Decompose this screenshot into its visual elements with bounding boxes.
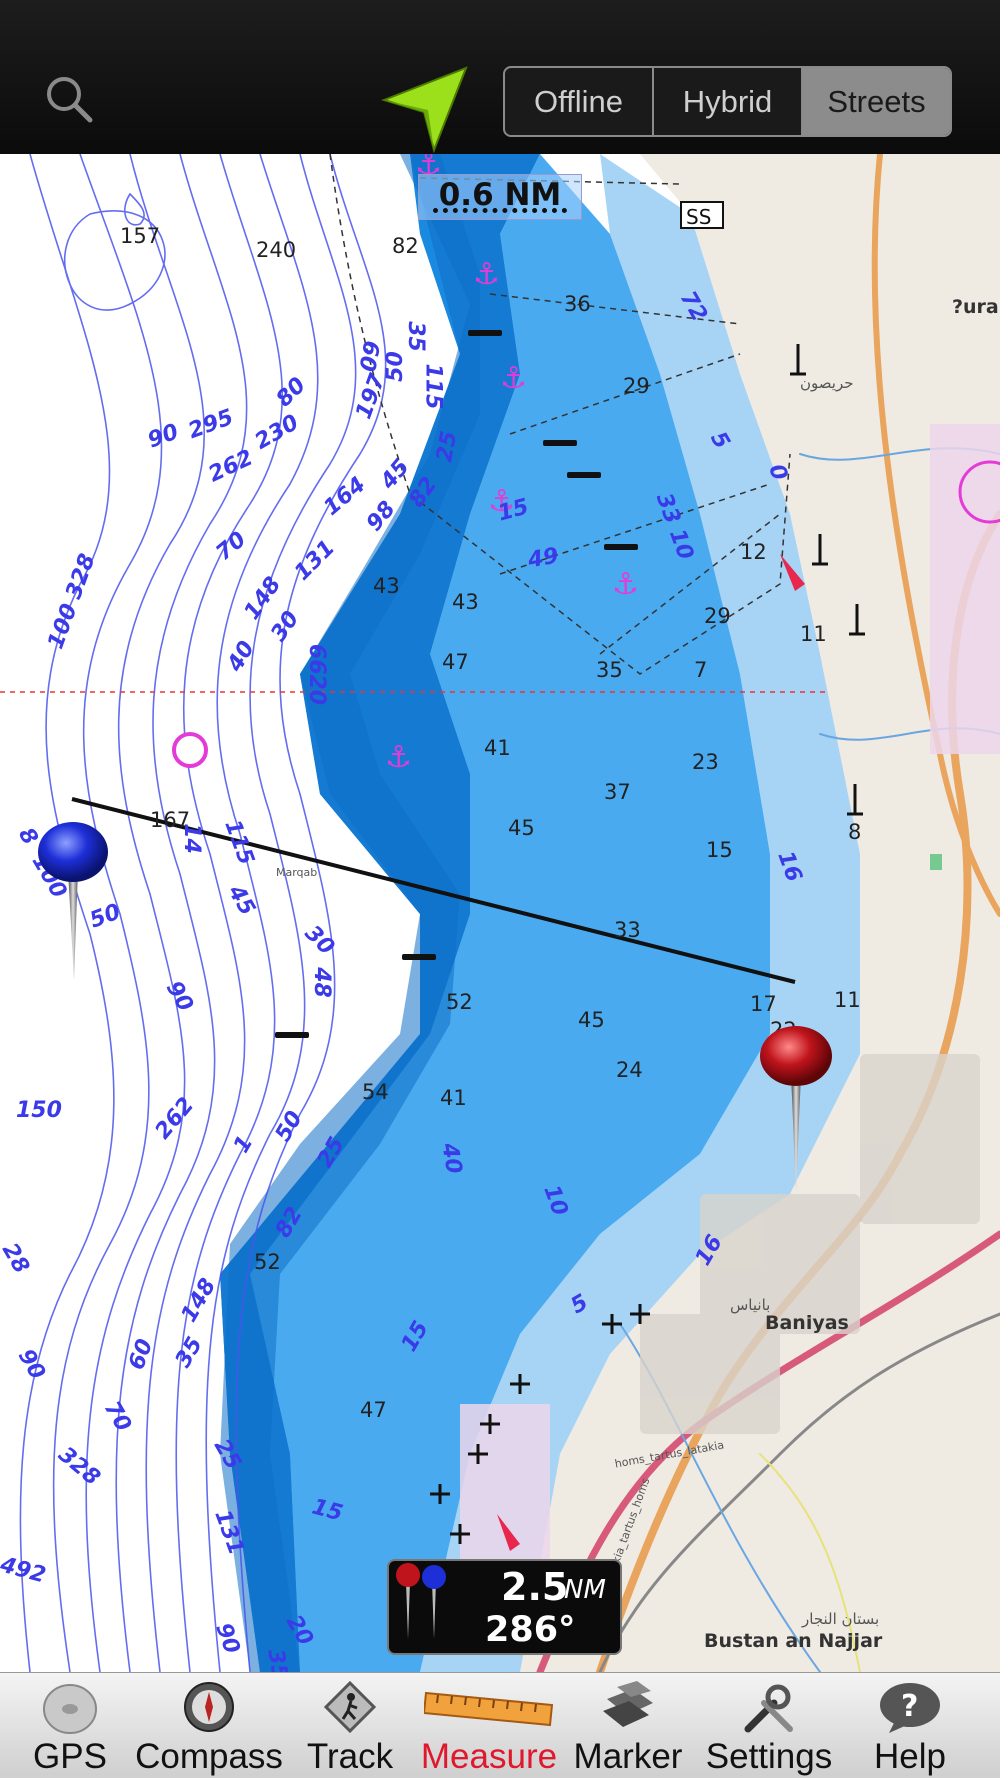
svg-text:⚓: ⚓: [500, 361, 527, 396]
track-icon: [323, 1680, 377, 1734]
depth-sounding: 47: [360, 1398, 387, 1422]
contour-label: 49: [526, 543, 561, 574]
depth-sounding: 157: [120, 224, 161, 248]
map-type-streets[interactable]: Streets: [803, 68, 950, 135]
toolbar-label: Track: [306, 1737, 394, 1776]
depth-sounding: 29: [704, 604, 731, 628]
top-bar: Offline Hybrid Streets: [0, 0, 1000, 154]
measurement-readout: 2.5 NM 286°: [387, 1559, 622, 1655]
depth-sounding: 41: [440, 1086, 467, 1110]
toolbar-track[interactable]: Track: [290, 1673, 410, 1778]
depth-sounding: 7: [694, 658, 708, 682]
depth-sounding: 54: [362, 1080, 389, 1104]
distance-unit: NM: [564, 1575, 606, 1605]
depth-sounding: 240: [256, 238, 297, 262]
depth-sounding: 36: [564, 292, 591, 316]
toolbar-label: Compass: [135, 1737, 283, 1776]
contour-label: 14: [178, 823, 204, 854]
svg-text:?: ?: [901, 1689, 918, 1724]
toolbar-compass[interactable]: Compass: [134, 1673, 284, 1778]
scale-ruler: [433, 208, 567, 213]
depth-sounding: 43: [452, 590, 479, 614]
depth-sounding: 23: [692, 750, 719, 774]
place-label: حريصون: [800, 374, 854, 392]
settings-icon: [744, 1684, 793, 1733]
svg-text:⚓: ⚓: [473, 257, 500, 292]
contour-label: 35: [402, 321, 428, 352]
depth-sounding: 47: [442, 650, 469, 674]
toolbar-marker[interactable]: Marker: [568, 1673, 688, 1778]
toolbar-settings[interactable]: Settings: [694, 1673, 844, 1778]
toolbar-label: Measure: [420, 1737, 558, 1776]
place-label: Bustan an Najjar: [704, 1630, 883, 1652]
compass-icon: [184, 1682, 234, 1732]
depth-sounding: 8: [848, 820, 862, 844]
depth-sounding: 37: [604, 780, 631, 804]
start-pin-icon[interactable]: [36, 820, 110, 980]
scale-bar: 0.6 NM: [418, 174, 582, 220]
svg-text:⚓: ⚓: [385, 740, 412, 775]
place-label: بستان النجار: [802, 1610, 880, 1628]
toolbar-help[interactable]: ? Help: [850, 1673, 970, 1778]
svg-text:SS: SS: [686, 205, 711, 229]
map-type-selector: Offline Hybrid Streets: [503, 66, 952, 137]
map-type-hybrid[interactable]: Hybrid: [654, 68, 803, 135]
nautical-map[interactable]: ⚓ ⚓ ⚓ ⚓ ⚓ ⚓ SS 0.6 NM 157 240 82 36 29 4…: [0, 154, 1000, 1672]
help-icon: ?: [880, 1683, 940, 1733]
depth-sounding: 43: [373, 574, 400, 598]
map-type-offline[interactable]: Offline: [505, 68, 654, 135]
distance-value: 2.5: [501, 1565, 569, 1609]
depth-sounding: 45: [578, 1008, 605, 1032]
depth-sounding: 82: [392, 234, 419, 258]
place-label: ?ura: [952, 296, 999, 318]
depth-sounding: 11: [800, 622, 827, 646]
marker-icon: [603, 1681, 653, 1727]
contour-label: 35: [262, 1647, 293, 1672]
place-label: بانياس: [730, 1296, 771, 1314]
depth-sounding: 52: [254, 1250, 281, 1274]
toolbar-gps[interactable]: GPS: [10, 1673, 130, 1778]
search-icon[interactable]: [40, 70, 100, 130]
contour-label: 50: [382, 351, 408, 382]
place-label: Baniyas: [765, 1312, 849, 1334]
place-label: Marqab: [276, 866, 318, 879]
contour-label: 25: [432, 429, 463, 464]
depth-sounding: 12: [740, 540, 767, 564]
toolbar-measure[interactable]: Measure: [414, 1673, 564, 1778]
depth-sounding: 45: [508, 816, 535, 840]
svg-text:⚓: ⚓: [612, 567, 639, 602]
depth-sounding: 17: [750, 992, 777, 1016]
contour-label: 09: [356, 339, 387, 374]
toolbar-label: Settings: [705, 1737, 833, 1776]
toolbar-label: GPS: [33, 1737, 107, 1776]
depth-sounding: 52: [446, 990, 473, 1014]
contour-label: 6620: [304, 643, 330, 706]
depth-sounding: 41: [484, 736, 511, 760]
contour-label: 48: [308, 967, 334, 998]
ruler-icon: [424, 1691, 554, 1727]
toolbar-label: Help: [874, 1737, 946, 1776]
depth-sounding: 33: [614, 918, 641, 942]
gps-icon: [43, 1684, 97, 1734]
contour-label: 40: [436, 1141, 467, 1176]
bottom-toolbar: GPS Compass Track Measure Marker Setting…: [0, 1672, 1000, 1778]
pins-icon: [396, 1563, 446, 1639]
depth-sounding: 35: [596, 658, 623, 682]
toolbar-label: Marker: [573, 1737, 683, 1776]
bearing-value: 286°: [485, 1610, 576, 1650]
contour-label: 115: [420, 363, 446, 410]
contour-label: 150: [16, 1098, 62, 1123]
depth-sounding: 15: [706, 838, 733, 862]
end-pin-icon[interactable]: [758, 1024, 834, 1192]
location-arrow-icon[interactable]: [380, 64, 480, 154]
depth-sounding: 29: [623, 374, 650, 398]
depth-sounding: 11: [834, 988, 861, 1012]
depth-sounding: 24: [616, 1058, 643, 1082]
